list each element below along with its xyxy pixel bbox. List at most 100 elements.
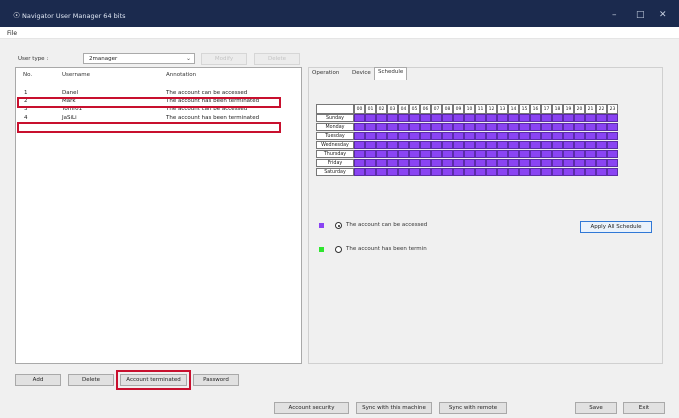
schedule-slot[interactable] — [552, 132, 563, 140]
schedule-slot[interactable] — [596, 141, 607, 149]
schedule-slot[interactable] — [530, 141, 541, 149]
schedule-slot[interactable] — [365, 150, 376, 158]
schedule-slot[interactable] — [486, 123, 497, 131]
schedule-slot[interactable] — [607, 168, 618, 176]
schedule-slot[interactable] — [376, 123, 387, 131]
schedule-slot[interactable] — [387, 159, 398, 167]
schedule-slot[interactable] — [574, 132, 585, 140]
schedule-slot[interactable] — [519, 132, 530, 140]
schedule-slot[interactable] — [585, 168, 596, 176]
schedule-slot[interactable] — [453, 132, 464, 140]
schedule-slot[interactable] — [409, 150, 420, 158]
schedule-slot[interactable] — [519, 114, 530, 122]
schedule-slot[interactable] — [376, 114, 387, 122]
access-radio[interactable] — [335, 222, 342, 229]
schedule-slot[interactable] — [585, 114, 596, 122]
schedule-slot[interactable] — [387, 150, 398, 158]
schedule-slot[interactable] — [497, 150, 508, 158]
schedule-slot[interactable] — [398, 114, 409, 122]
schedule-slot[interactable] — [354, 132, 365, 140]
user-list[interactable]: No. Username Annotation 1 Danel The acco… — [15, 67, 302, 364]
schedule-slot[interactable] — [431, 168, 442, 176]
schedule-slot[interactable] — [552, 114, 563, 122]
schedule-slot[interactable] — [431, 114, 442, 122]
schedule-slot[interactable] — [398, 132, 409, 140]
sync-remote-button[interactable]: Sync with remote — [439, 402, 507, 414]
schedule-slot[interactable] — [563, 159, 574, 167]
schedule-slot[interactable] — [497, 132, 508, 140]
tab-device[interactable]: Device — [352, 70, 371, 76]
schedule-slot[interactable] — [596, 150, 607, 158]
schedule-slot[interactable] — [486, 159, 497, 167]
schedule-slot[interactable] — [442, 150, 453, 158]
schedule-slot[interactable] — [552, 168, 563, 176]
schedule-slot[interactable] — [574, 123, 585, 131]
schedule-slot[interactable] — [387, 114, 398, 122]
schedule-slot[interactable] — [409, 168, 420, 176]
schedule-slot[interactable] — [453, 159, 464, 167]
schedule-slot[interactable] — [508, 123, 519, 131]
schedule-slot[interactable] — [475, 159, 486, 167]
schedule-slot[interactable] — [387, 123, 398, 131]
schedule-slot[interactable] — [431, 159, 442, 167]
schedule-slot[interactable] — [409, 159, 420, 167]
schedule-slot[interactable] — [519, 123, 530, 131]
schedule-slot[interactable] — [552, 159, 563, 167]
schedule-slot[interactable] — [541, 114, 552, 122]
schedule-slot[interactable] — [398, 159, 409, 167]
schedule-slot[interactable] — [607, 123, 618, 131]
schedule-slot[interactable] — [508, 114, 519, 122]
modify-button[interactable]: Modify — [201, 53, 247, 65]
schedule-slot[interactable] — [475, 132, 486, 140]
schedule-slot[interactable] — [442, 123, 453, 131]
schedule-slot[interactable] — [365, 141, 376, 149]
schedule-slot[interactable] — [464, 132, 475, 140]
schedule-slot[interactable] — [453, 150, 464, 158]
schedule-slot[interactable] — [453, 168, 464, 176]
schedule-slot[interactable] — [508, 150, 519, 158]
schedule-slot[interactable] — [497, 114, 508, 122]
schedule-slot[interactable] — [475, 123, 486, 131]
schedule-slot[interactable] — [585, 132, 596, 140]
schedule-slot[interactable] — [431, 141, 442, 149]
schedule-slot[interactable] — [486, 114, 497, 122]
schedule-slot[interactable] — [497, 141, 508, 149]
schedule-slot[interactable] — [563, 132, 574, 140]
schedule-slot[interactable] — [486, 150, 497, 158]
schedule-slot[interactable] — [442, 132, 453, 140]
schedule-slot[interactable] — [486, 132, 497, 140]
schedule-slot[interactable] — [563, 168, 574, 176]
schedule-slot[interactable] — [530, 150, 541, 158]
schedule-slot[interactable] — [365, 168, 376, 176]
schedule-slot[interactable] — [464, 168, 475, 176]
apply-all-schedule-button[interactable]: Apply All Schedule — [580, 221, 652, 233]
schedule-slot[interactable] — [464, 141, 475, 149]
schedule-slot[interactable] — [453, 114, 464, 122]
schedule-slot[interactable] — [519, 159, 530, 167]
schedule-slot[interactable] — [596, 132, 607, 140]
schedule-slot[interactable] — [420, 114, 431, 122]
schedule-slot[interactable] — [475, 150, 486, 158]
schedule-slot[interactable] — [464, 159, 475, 167]
schedule-slot[interactable] — [398, 150, 409, 158]
schedule-slot[interactable] — [541, 150, 552, 158]
schedule-slot[interactable] — [420, 150, 431, 158]
schedule-slot[interactable] — [365, 132, 376, 140]
schedule-slot[interactable] — [354, 123, 365, 131]
schedule-slot[interactable] — [541, 168, 552, 176]
minimize-icon[interactable]: – — [612, 10, 617, 20]
schedule-slot[interactable] — [431, 132, 442, 140]
schedule-slot[interactable] — [464, 114, 475, 122]
schedule-slot[interactable] — [387, 132, 398, 140]
schedule-slot[interactable] — [563, 141, 574, 149]
tab-operation[interactable]: Operation — [312, 70, 339, 76]
schedule-slot[interactable] — [431, 123, 442, 131]
schedule-slot[interactable] — [508, 132, 519, 140]
schedule-slot[interactable] — [574, 141, 585, 149]
column-annotation[interactable]: Annotation — [166, 72, 196, 78]
schedule-slot[interactable] — [475, 168, 486, 176]
schedule-slot[interactable] — [552, 150, 563, 158]
schedule-slot[interactable] — [354, 159, 365, 167]
schedule-slot[interactable] — [354, 168, 365, 176]
schedule-slot[interactable] — [574, 168, 585, 176]
